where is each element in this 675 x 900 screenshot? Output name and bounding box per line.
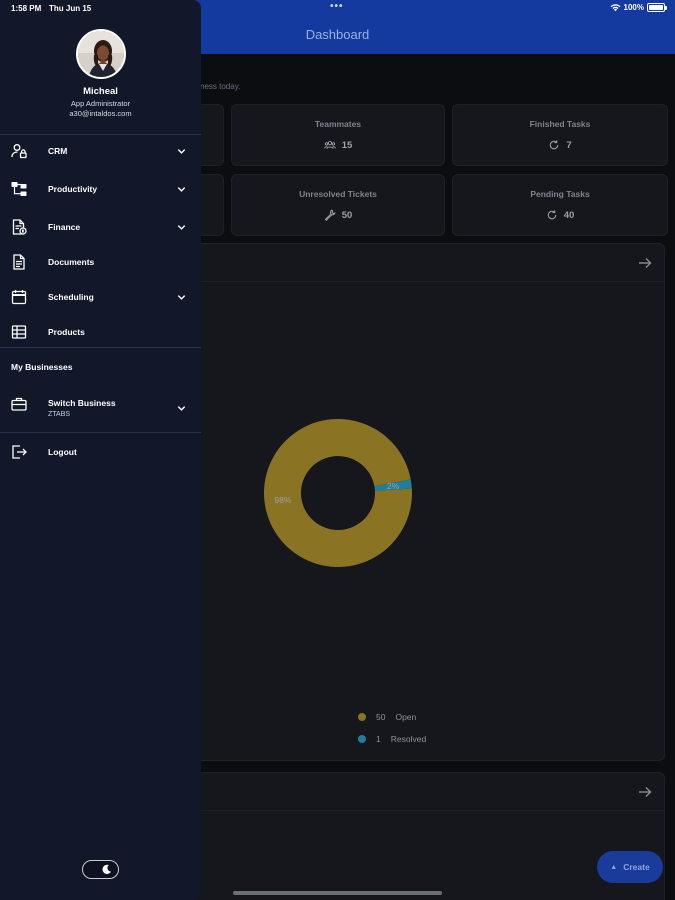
divider	[0, 432, 201, 433]
legend-count: 1	[376, 734, 381, 744]
divider	[0, 347, 201, 348]
menu-item-scheduling[interactable]: Scheduling	[0, 283, 201, 311]
profile-photo	[78, 31, 124, 77]
menu-label: Products	[48, 327, 85, 337]
chevron-up-icon: ▲	[610, 863, 618, 871]
menu-item-documents[interactable]: Documents	[0, 248, 201, 276]
menu-label: Documents	[48, 257, 95, 267]
divider	[0, 134, 201, 135]
create-label: Create	[623, 862, 650, 872]
chevron-down-icon[interactable]	[176, 403, 187, 414]
donut-slice-label: 98%	[274, 495, 291, 505]
moon-icon	[102, 864, 112, 874]
user-email: a30@intaldos.com	[69, 109, 132, 118]
status-bar: 1:58 PM Thu Jun 15 ••• 100%	[0, 0, 675, 17]
status-time: 1:58 PM	[11, 4, 42, 13]
document-icon	[13, 254, 25, 270]
wifi-icon	[610, 4, 620, 12]
battery-icon	[647, 3, 667, 12]
panel-header-divider	[131, 810, 664, 811]
menu-item-crm[interactable]: CRM	[0, 137, 201, 165]
chevron-down-icon[interactable]	[176, 222, 187, 233]
stat-value: 50	[341, 209, 353, 221]
legend-label: Resolved	[390, 734, 427, 744]
stat-title: Unresolved Tickets	[299, 189, 377, 199]
logout-label: Logout	[48, 447, 77, 457]
invoice-icon	[12, 219, 27, 235]
stat-title: Teammates	[314, 119, 362, 129]
panel-header-divider	[131, 281, 664, 282]
menu-label: Scheduling	[48, 292, 94, 302]
avatar[interactable]	[76, 29, 126, 79]
legend-swatch	[358, 713, 366, 721]
people-icon	[323, 141, 336, 149]
menu-item-products[interactable]: Products	[0, 318, 201, 346]
user-role: App Administrator	[70, 99, 131, 108]
switch-business-item[interactable]: Switch Business ZTABS	[0, 390, 201, 424]
wrench-icon	[324, 209, 336, 221]
menu-item-finance[interactable]: Finance	[0, 213, 201, 241]
legend-item-open: 50 Open	[358, 712, 416, 722]
stat-title: Pending Tasks	[530, 189, 590, 199]
current-business: ZTABS	[48, 411, 71, 418]
stat-card-teammates[interactable]: Teammates 15	[231, 104, 445, 166]
menu-label: Productivity	[48, 184, 98, 194]
briefcase-icon	[11, 397, 27, 411]
legend-label: Open	[395, 712, 417, 722]
user-name: Micheal	[83, 86, 118, 97]
refresh-icon	[550, 140, 559, 150]
stat-card-finished-tasks[interactable]: Finished Tasks 7	[452, 104, 668, 166]
stat-title: Finished Tasks	[529, 119, 591, 129]
menu-label: CRM	[48, 146, 68, 156]
theme-toggle[interactable]	[82, 860, 119, 879]
user-lock-icon	[11, 144, 27, 159]
chevron-down-icon[interactable]	[176, 184, 187, 195]
stat-card-pending-tasks[interactable]: Pending Tasks 40	[452, 174, 668, 236]
greeting-text: ness today.	[200, 82, 241, 91]
chevron-down-icon[interactable]	[176, 292, 187, 303]
donut-slice-open[interactable]	[264, 419, 412, 567]
navigation-drawer: Micheal App Administrator a30@intaldos.c…	[0, 0, 201, 900]
status-date: Thu Jun 15	[49, 4, 92, 13]
refresh-icon	[547, 210, 556, 220]
donut-slice-label: 2%	[387, 481, 400, 491]
legend-swatch	[358, 735, 366, 743]
legend-count: 50	[376, 712, 386, 722]
tickets-donut-chart: 98% 2%	[264, 419, 412, 567]
menu-item-productivity[interactable]: Productivity	[0, 175, 201, 203]
logout-item[interactable]: Logout	[0, 438, 201, 466]
calendar-icon	[11, 290, 27, 305]
hierarchy-icon	[11, 182, 27, 196]
table-icon	[11, 325, 27, 339]
switch-business-label: Switch Business	[48, 398, 116, 408]
stat-card-unresolved-tickets[interactable]: Unresolved Tickets 50	[231, 174, 445, 236]
section-title-my-businesses: My Businesses	[11, 362, 73, 372]
logout-icon	[12, 445, 27, 459]
stat-value: 40	[563, 209, 575, 221]
arrow-right-icon[interactable]	[638, 256, 652, 270]
arrow-right-icon[interactable]	[638, 785, 652, 799]
stat-value: 7	[566, 139, 572, 151]
secondary-panel	[130, 772, 665, 900]
battery-percent: 100%	[623, 3, 644, 12]
menu-label: Finance	[48, 222, 81, 232]
chevron-down-icon[interactable]	[176, 146, 187, 157]
stat-value: 15	[341, 139, 353, 151]
home-indicator[interactable]	[233, 891, 442, 895]
multitasking-dots-icon[interactable]: •••	[330, 1, 344, 12]
legend-item-resolved: 1 Resolved	[358, 734, 426, 744]
create-button[interactable]: ▲ Create	[597, 851, 663, 883]
